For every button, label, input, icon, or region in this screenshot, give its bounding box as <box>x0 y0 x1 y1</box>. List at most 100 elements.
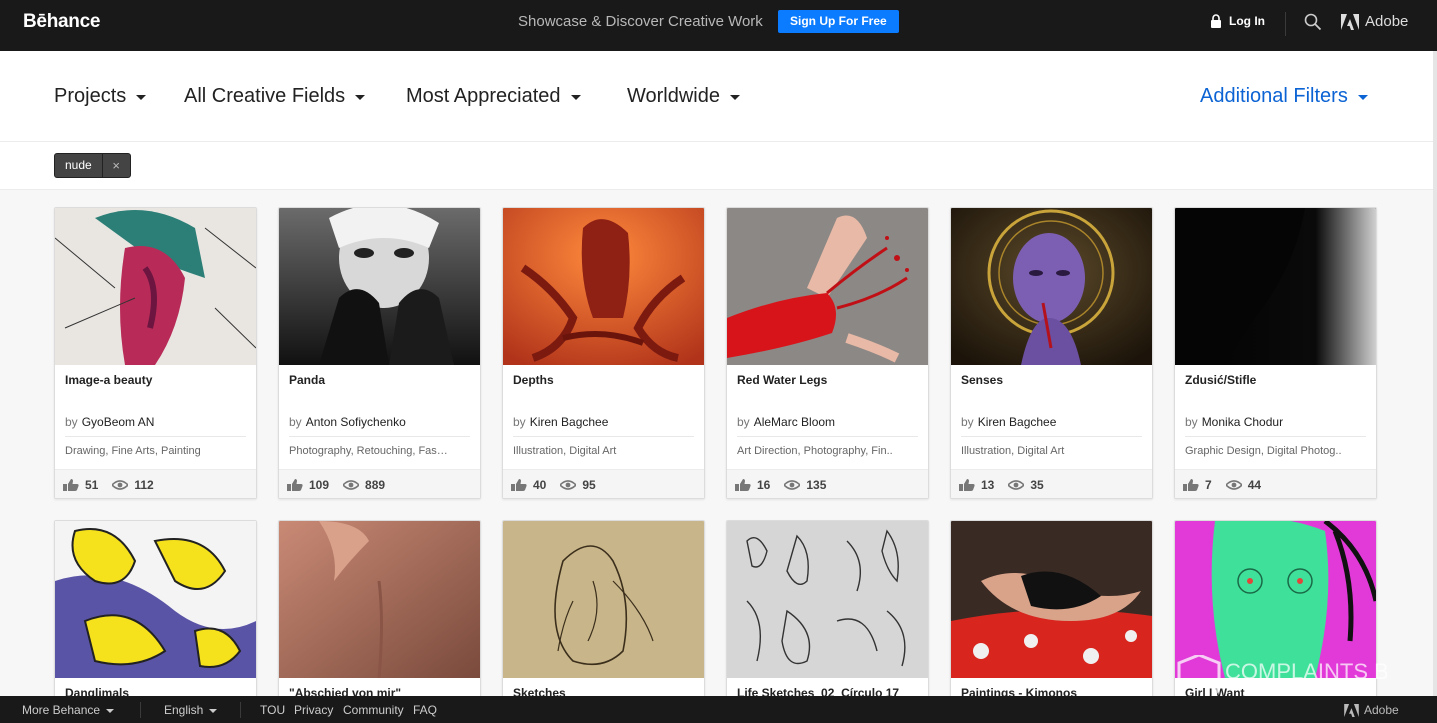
chevron-down-icon <box>136 95 147 100</box>
views-eye-icon <box>784 479 801 490</box>
project-thumbnail[interactable] <box>951 521 1152 678</box>
owner-name[interactable]: Monika Chodur <box>1202 415 1283 429</box>
project-card[interactable]: Red Water Legs by AleMarc Bloom Art Direc… <box>726 207 929 499</box>
scrollbar[interactable] <box>1433 51 1437 696</box>
log-in-label: Log In <box>1229 14 1265 28</box>
active-tags-bar: nude × <box>0 142 1433 190</box>
project-fields[interactable]: Art Direction, Photography, Fin.. <box>737 445 921 457</box>
project-title[interactable]: Senses <box>961 373 1003 387</box>
community-link[interactable]: Community <box>343 703 404 717</box>
owner-name[interactable]: Kiren Bagchee <box>530 415 609 429</box>
project-thumbnail[interactable] <box>503 521 704 678</box>
divider <box>961 436 1142 437</box>
divider <box>289 436 470 437</box>
appreciate-thumb-icon <box>959 478 975 491</box>
project-title[interactable]: Panda <box>289 373 325 387</box>
project-stats: 109 889 <box>279 469 480 498</box>
log-in-link[interactable]: Log In <box>1210 14 1265 28</box>
faq-link[interactable]: FAQ <box>413 703 437 717</box>
project-owner: by Monika Chodur <box>1185 415 1283 429</box>
additional-filters-label: Additional Filters <box>1200 85 1348 107</box>
project-thumbnail[interactable] <box>1175 208 1376 365</box>
project-thumbnail[interactable] <box>951 208 1152 365</box>
projects-dropdown-label: Projects <box>54 85 127 107</box>
view-count: 35 <box>1030 477 1044 492</box>
view-count: 44 <box>1247 477 1262 492</box>
site-tagline: Showcase & Discover Creative Work <box>518 13 763 30</box>
project-thumbnail[interactable] <box>279 521 480 678</box>
project-owner: by GyoBeom AN <box>65 415 154 429</box>
view-count: 112 <box>134 477 154 492</box>
divider <box>1285 12 1286 36</box>
chevron-down-icon <box>570 95 581 100</box>
view-count: 95 <box>582 477 596 492</box>
behance-logo[interactable]: Bēhance <box>23 11 100 33</box>
additional-filters-dropdown[interactable]: Additional Filters <box>1200 85 1368 108</box>
owner-name[interactable]: GyoBeom AN <box>82 415 155 429</box>
project-title[interactable]: Depths <box>513 373 554 387</box>
appreciate-thumb-icon <box>511 478 527 491</box>
project-card[interactable]: Sketches <box>502 520 705 720</box>
project-thumbnail[interactable] <box>279 208 480 365</box>
terms-of-use-link[interactable]: TOU <box>260 703 285 717</box>
by-label: by <box>65 415 78 429</box>
project-thumbnail[interactable] <box>1175 521 1376 678</box>
project-fields[interactable]: Drawing, Fine Arts, Painting <box>65 445 249 457</box>
divider <box>140 702 141 718</box>
sort-dropdown[interactable]: Most Appreciated <box>406 85 581 108</box>
adobe-link[interactable]: Adobe <box>1341 13 1408 30</box>
project-thumbnail[interactable] <box>727 521 928 678</box>
project-title[interactable]: Red Water Legs <box>737 373 827 387</box>
appreciate-thumb-icon <box>287 478 303 491</box>
owner-name[interactable]: Kiren Bagchee <box>978 415 1057 429</box>
project-owner: by Kiren Bagchee <box>961 415 1056 429</box>
appreciation-count: 13 <box>981 477 995 492</box>
project-fields[interactable]: Illustration, Digital Art <box>961 445 1145 457</box>
project-card[interactable]: Life Sketches_02_Círculo 17 <box>726 520 929 720</box>
project-card[interactable]: Zdusić/Stifle by Monika Chodur Graphic De… <box>1174 207 1377 499</box>
project-card[interactable]: Image-a beauty by GyoBeom AN Drawing, Fin… <box>54 207 257 499</box>
chevron-down-icon <box>730 95 740 100</box>
footer-adobe-link[interactable]: Adobe <box>1344 703 1399 717</box>
project-thumbnail[interactable] <box>55 208 256 365</box>
project-stats: 7 44 <box>1175 469 1376 498</box>
adobe-logo-icon <box>1344 703 1359 717</box>
project-card[interactable]: Senses by Kiren Bagchee Illustration, Dig… <box>950 207 1153 499</box>
chevron-down-icon <box>209 709 218 713</box>
project-card[interactable]: Girl I Want <box>1174 520 1377 720</box>
project-card[interactable]: Depths by Kiren Bagchee Illustration, Dig… <box>502 207 705 499</box>
location-dropdown[interactable]: Worldwide <box>627 85 740 108</box>
project-thumbnail[interactable] <box>727 208 928 365</box>
project-thumbnail[interactable] <box>55 521 256 678</box>
project-stats: 16 135 <box>727 469 928 498</box>
search-icon[interactable] <box>1304 13 1322 31</box>
privacy-link[interactable]: Privacy <box>294 703 333 717</box>
project-card[interactable]: Panda by Anton Sofiychenko Photography, R… <box>278 207 481 499</box>
project-fields[interactable]: Graphic Design, Digital Photog.. <box>1185 445 1369 457</box>
project-title[interactable]: Zdusić/Stifle <box>1185 373 1256 387</box>
project-card[interactable]: Danglimals <box>54 520 257 720</box>
projects-dropdown[interactable]: Projects <box>54 85 147 108</box>
divider <box>737 436 918 437</box>
owner-name[interactable]: AleMarc Bloom <box>754 415 835 429</box>
appreciation-count: 40 <box>533 477 547 492</box>
appreciate-thumb-icon <box>735 478 751 491</box>
remove-tag-icon[interactable]: × <box>101 154 130 177</box>
owner-name[interactable]: Anton Sofiychenko <box>306 415 406 429</box>
project-fields[interactable]: Illustration, Digital Art <box>513 445 697 457</box>
project-thumbnail[interactable] <box>503 208 704 365</box>
divider <box>240 702 241 718</box>
project-fields[interactable]: Photography, Retouching, Fas… <box>289 445 473 457</box>
by-label: by <box>961 415 974 429</box>
language-label: English <box>164 703 204 717</box>
project-card[interactable]: Paintings - Kimonos <box>950 520 1153 720</box>
creative-fields-dropdown[interactable]: All Creative Fields <box>184 85 366 108</box>
more-behance-menu[interactable]: More Behance <box>22 703 115 717</box>
appreciate-thumb-icon <box>1183 478 1199 491</box>
project-card[interactable]: "Abschied von mir" <box>278 520 481 720</box>
views-eye-icon <box>112 479 129 490</box>
by-label: by <box>289 415 302 429</box>
project-title[interactable]: Image-a beauty <box>65 373 152 387</box>
language-menu[interactable]: English <box>164 703 218 717</box>
sign-up-button[interactable]: Sign Up For Free <box>778 10 899 33</box>
